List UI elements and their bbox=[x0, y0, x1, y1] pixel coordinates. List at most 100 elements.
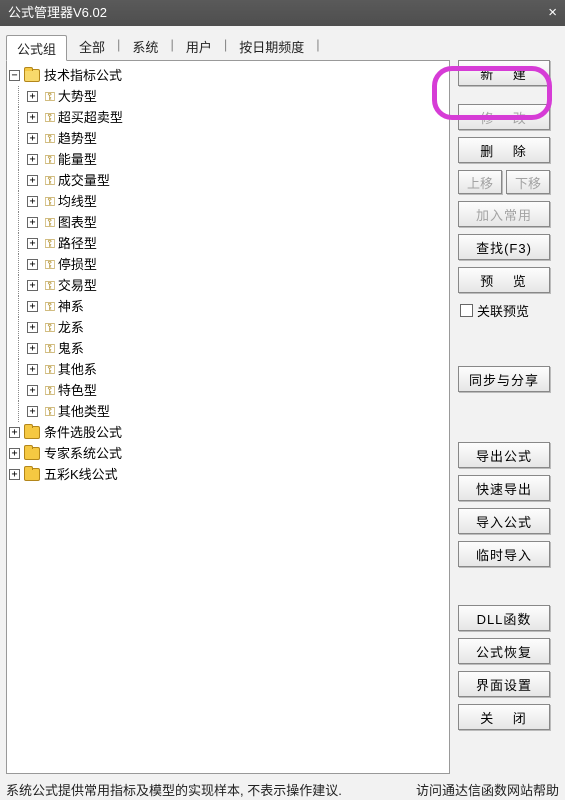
tree-item[interactable]: +⚿均线型 bbox=[9, 191, 447, 212]
tree-item[interactable]: + ⚿龙系 bbox=[9, 317, 447, 338]
tree-item[interactable]: +⚿特色型 bbox=[9, 380, 447, 401]
expand-icon[interactable]: + bbox=[9, 427, 20, 438]
tree-item[interactable]: +⚿神系 bbox=[9, 296, 447, 317]
find-button[interactable]: 查找(F3) bbox=[458, 234, 550, 260]
tree-item-label: 停损型 bbox=[58, 254, 97, 275]
tree-item-label: 龙系 bbox=[58, 317, 84, 338]
window-title: 公式管理器V6.02 bbox=[8, 0, 107, 26]
expand-icon[interactable]: + bbox=[27, 322, 38, 333]
expand-icon[interactable]: + bbox=[27, 112, 38, 123]
tree-item-label: 其他类型 bbox=[58, 401, 110, 422]
new-button[interactable]: 新 建 bbox=[458, 60, 550, 86]
tree-item[interactable]: + ⚿超买超卖型 bbox=[9, 107, 447, 128]
key-icon: ⚿ bbox=[45, 275, 55, 296]
tree-item[interactable]: −技术指标公式 bbox=[9, 65, 447, 86]
key-icon: ⚿ bbox=[45, 401, 55, 422]
add-favorite-button[interactable]: 加入常用 bbox=[458, 201, 550, 227]
key-icon: ⚿ bbox=[45, 149, 55, 170]
expand-icon[interactable]: + bbox=[27, 406, 38, 417]
collapse-icon[interactable]: − bbox=[9, 70, 20, 81]
tree-item-label: 五彩K线公式 bbox=[44, 464, 118, 485]
title-bar: 公式管理器V6.02 × bbox=[0, 0, 565, 26]
tree-item[interactable]: + ⚿大势型 bbox=[9, 86, 447, 107]
expand-icon[interactable]: + bbox=[27, 259, 38, 270]
tree-item[interactable]: + ⚿其他系 bbox=[9, 359, 447, 380]
ui-settings-button[interactable]: 界面设置 bbox=[458, 671, 550, 697]
tab-by-date[interactable]: 按日期频度 bbox=[229, 34, 314, 60]
modify-button[interactable]: 修 改 bbox=[458, 104, 550, 130]
delete-button[interactable]: 删 除 bbox=[458, 137, 550, 163]
key-icon: ⚿ bbox=[45, 380, 55, 401]
folder-icon bbox=[24, 69, 40, 82]
import-formula-button[interactable]: 导入公式 bbox=[458, 508, 550, 534]
formula-tree-panel[interactable]: −技术指标公式+⚿大势型+⚿超买超卖型+⚿趋势型+⚿能量型+⚿成交量型+⚿均线型… bbox=[6, 60, 450, 774]
preview-button[interactable]: 预 览 bbox=[458, 267, 550, 293]
tree-item[interactable]: +⚿能量型 bbox=[9, 149, 447, 170]
formula-recover-button[interactable]: 公式恢复 bbox=[458, 638, 550, 664]
close-button[interactable]: 关 闭 bbox=[458, 704, 550, 730]
expand-icon[interactable]: + bbox=[27, 364, 38, 375]
key-icon: ⚿ bbox=[45, 86, 55, 107]
tree-item[interactable]: +⚿图表型 bbox=[9, 212, 447, 233]
expand-icon[interactable]: + bbox=[27, 343, 38, 354]
link-preview-checkbox[interactable]: 关联预览 bbox=[458, 300, 550, 320]
tree-item[interactable]: + 五彩K线公式 bbox=[9, 464, 447, 485]
close-icon[interactable]: × bbox=[548, 0, 557, 26]
expand-icon[interactable]: + bbox=[27, 238, 38, 249]
tree-item[interactable]: + 条件选股公式 bbox=[9, 422, 447, 443]
tree-item[interactable]: +专家系统公式 bbox=[9, 443, 447, 464]
expand-icon[interactable]: + bbox=[9, 469, 20, 480]
tab-system[interactable]: 系统 bbox=[122, 34, 168, 60]
expand-icon[interactable]: + bbox=[27, 217, 38, 228]
tree-item-label: 鬼系 bbox=[58, 338, 84, 359]
dll-func-button[interactable]: DLL函数 bbox=[458, 605, 550, 631]
tab-separator: | bbox=[224, 34, 227, 60]
key-icon: ⚿ bbox=[45, 254, 55, 275]
move-down-button[interactable]: 下移 bbox=[506, 170, 550, 194]
tree-item[interactable]: +⚿成交量型 bbox=[9, 170, 447, 191]
tree-item[interactable]: + ⚿交易型 bbox=[9, 275, 447, 296]
tab-user[interactable]: 用户 bbox=[176, 34, 222, 60]
expand-icon[interactable]: + bbox=[27, 385, 38, 396]
tree-item-label: 交易型 bbox=[58, 275, 97, 296]
key-icon: ⚿ bbox=[45, 233, 55, 254]
temp-import-button[interactable]: 临时导入 bbox=[458, 541, 550, 567]
key-icon: ⚿ bbox=[45, 317, 55, 338]
key-icon: ⚿ bbox=[45, 107, 55, 128]
quick-export-button[interactable]: 快速导出 bbox=[458, 475, 550, 501]
checkbox-icon[interactable] bbox=[460, 304, 473, 317]
key-icon: ⚿ bbox=[45, 128, 55, 149]
tree-item-label: 条件选股公式 bbox=[44, 422, 122, 443]
tree-item-label: 图表型 bbox=[58, 212, 97, 233]
tree-item[interactable]: + ⚿其他类型 bbox=[9, 401, 447, 422]
tab-formula-group[interactable]: 公式组 bbox=[6, 35, 67, 61]
tree-item-label: 成交量型 bbox=[58, 170, 110, 191]
expand-icon[interactable]: + bbox=[9, 448, 20, 459]
sync-share-button[interactable]: 同步与分享 bbox=[458, 366, 550, 392]
key-icon: ⚿ bbox=[45, 359, 55, 380]
tree-item-label: 其他系 bbox=[58, 359, 97, 380]
expand-icon[interactable]: + bbox=[27, 91, 38, 102]
expand-icon[interactable]: + bbox=[27, 301, 38, 312]
status-left: 系统公式提供常用指标及模型的实现样本, 不表示操作建议. bbox=[6, 780, 342, 799]
expand-icon[interactable]: + bbox=[27, 175, 38, 186]
tree-item[interactable]: +⚿路径型 bbox=[9, 233, 447, 254]
tree-item[interactable]: + ⚿停损型 bbox=[9, 254, 447, 275]
key-icon: ⚿ bbox=[45, 296, 55, 317]
key-icon: ⚿ bbox=[45, 338, 55, 359]
tree-item[interactable]: +⚿趋势型 bbox=[9, 128, 447, 149]
move-up-button[interactable]: 上移 bbox=[458, 170, 502, 194]
folder-icon bbox=[24, 468, 40, 481]
tree-item-label: 大势型 bbox=[58, 86, 97, 107]
status-right[interactable]: 访问通达信函数网站帮助 bbox=[416, 780, 559, 799]
link-preview-label: 关联预览 bbox=[477, 301, 529, 320]
tab-separator: | bbox=[117, 34, 120, 60]
expand-icon[interactable]: + bbox=[27, 154, 38, 165]
expand-icon[interactable]: + bbox=[27, 280, 38, 291]
expand-icon[interactable]: + bbox=[27, 196, 38, 207]
expand-icon[interactable]: + bbox=[27, 133, 38, 144]
tree-item-label: 超买超卖型 bbox=[58, 107, 123, 128]
tab-all[interactable]: 全部 bbox=[69, 34, 115, 60]
export-formula-button[interactable]: 导出公式 bbox=[458, 442, 550, 468]
tree-item[interactable]: + ⚿鬼系 bbox=[9, 338, 447, 359]
